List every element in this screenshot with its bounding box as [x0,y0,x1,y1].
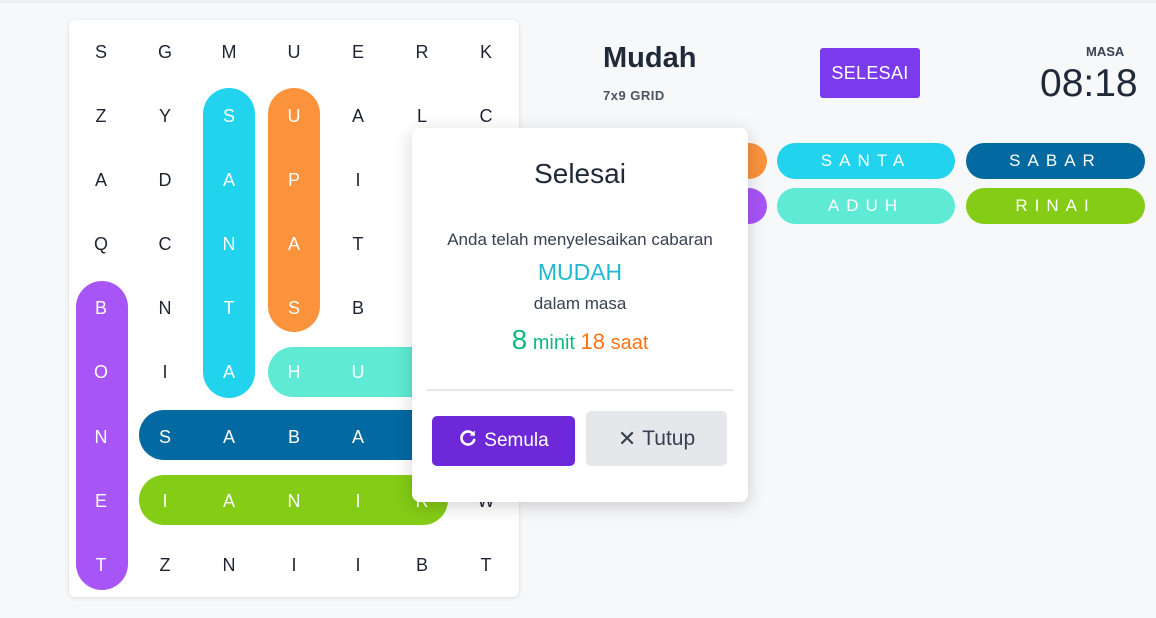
grid-cell[interactable]: A [209,165,249,195]
top-border [0,0,1156,3]
grid-cell[interactable]: M [209,37,249,67]
word-pill-aduh: ADUH [777,188,955,224]
grid-cell[interactable]: I [338,550,378,580]
grid-cell[interactable]: E [81,486,121,516]
word-pill-santa: SANTA [777,143,955,179]
grid-cell[interactable]: A [338,101,378,131]
grid-cell[interactable]: I [338,165,378,195]
grid-size-label: 7x9 GRID [603,88,665,103]
grid-cell[interactable]: R [402,37,442,67]
grid-cell[interactable]: H [274,357,314,387]
grid-cell[interactable]: L [402,101,442,131]
grid-cell[interactable]: P [274,165,314,195]
modal-title: Selesai [534,158,626,189]
grid-cell[interactable]: A [209,486,249,516]
modal-level: MUDAH [537,259,623,285]
grid-cell[interactable]: S [145,422,185,452]
grid-cell[interactable]: Q [81,229,121,259]
modal-message: Anda telah menyelesaikan cabaran [447,230,713,249]
elapsed-minutes: 8 [511,324,528,355]
grid-cell[interactable]: B [81,293,121,323]
modal-elapsed-time: 8 minit 18 saat [412,324,748,356]
grid-cell[interactable]: N [209,229,249,259]
elapsed-minutes-label: minit [532,332,575,354]
grid-cell[interactable]: C [145,229,185,259]
level-title: Mudah [603,42,697,74]
grid-cell[interactable]: B [402,550,442,580]
grid-cell[interactable]: T [81,550,121,580]
grid-cell[interactable]: C [466,101,506,131]
grid-cell[interactable]: I [338,486,378,516]
grid-cell[interactable]: N [145,293,185,323]
elapsed-seconds-label: saat [610,332,649,354]
grid-cell[interactable]: N [81,422,121,452]
grid-cell[interactable]: Z [81,101,121,131]
close-icon: ✕ [617,425,637,451]
grid-cell[interactable]: G [145,37,185,67]
grid-cell[interactable]: U [338,357,378,387]
grid-cell[interactable]: E [338,37,378,67]
close-label: Tutup [642,426,696,450]
timer-label: MASA [1086,44,1125,59]
restart-label: Semula [484,430,549,451]
elapsed-seconds: 18 [580,329,606,354]
grid-cell[interactable]: T [338,229,378,259]
grid-cell[interactable]: N [209,550,249,580]
grid-cell[interactable]: O [81,357,121,387]
grid-cell[interactable]: A [274,229,314,259]
grid-cell[interactable]: S [274,293,314,323]
grid-cell[interactable]: I [145,486,185,516]
grid-cell[interactable]: S [81,37,121,67]
grid-cell[interactable]: A [338,422,378,452]
modal-divider [427,389,733,391]
grid-cell[interactable]: I [145,357,185,387]
grid-cell[interactable]: A [209,357,249,387]
grid-cell[interactable]: A [81,165,121,195]
grid-cell[interactable]: U [274,101,314,131]
timer-value: 08:18 [1040,62,1138,105]
grid-cell[interactable]: Y [145,101,185,131]
restart-button[interactable]: Semula [432,416,575,466]
grid-cell[interactable]: S [209,101,249,131]
grid-cell[interactable]: T [466,550,506,580]
refresh-icon [458,428,478,454]
grid-cell[interactable]: B [274,422,314,452]
grid-cell[interactable]: Z [145,550,185,580]
grid-cell[interactable]: K [466,37,506,67]
grid-cell[interactable]: N [274,486,314,516]
grid-cell[interactable]: U [274,37,314,67]
completion-modal: Selesai Anda telah menyelesaikan cabaran… [412,128,748,502]
grid-cell[interactable]: A [209,422,249,452]
grid-cell[interactable]: T [209,293,249,323]
grid-cell[interactable]: I [274,550,314,580]
finish-button[interactable]: SELESAI [820,48,920,98]
word-pill-rinai: RINAI [966,188,1145,224]
word-pill-sabar: SABAR [966,143,1145,179]
close-button[interactable]: ✕ Tutup [586,411,727,466]
grid-cell[interactable]: B [338,293,378,323]
grid-cell[interactable]: D [145,165,185,195]
modal-time-intro: dalam masa [533,294,627,313]
